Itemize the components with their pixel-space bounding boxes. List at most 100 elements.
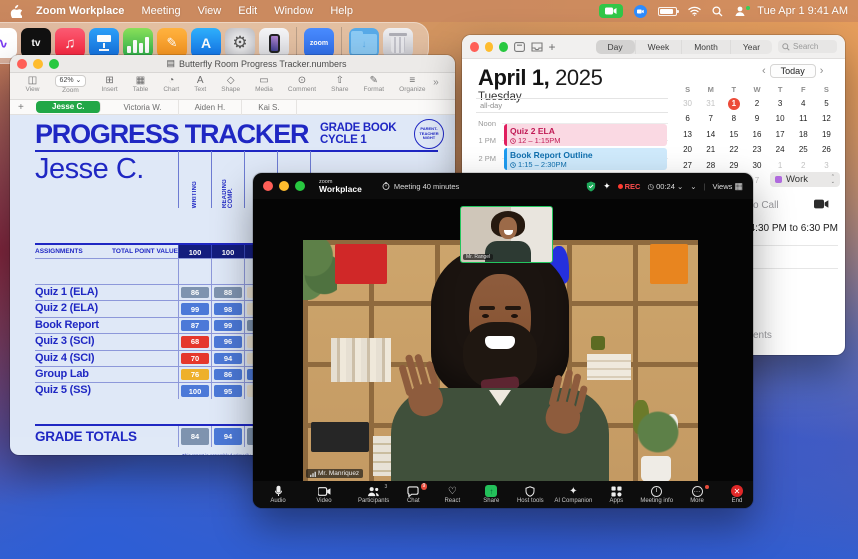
next-day-button[interactable]: › (820, 64, 824, 78)
tab-jesse[interactable]: Jesse C. (36, 101, 101, 113)
end-meeting-button[interactable]: ✕End (731, 485, 743, 504)
zoom-menubar-icon[interactable] (634, 5, 647, 18)
dock-tv[interactable]: tv (21, 28, 51, 58)
mini-month-day[interactable]: 29 (722, 160, 745, 172)
mini-month-day[interactable]: 4 (792, 98, 815, 110)
menu-view[interactable]: View (198, 5, 222, 17)
dock-keynote[interactable] (89, 28, 119, 58)
tab-year[interactable]: Year (730, 40, 772, 54)
minimize-button[interactable] (485, 42, 494, 52)
speaker-video[interactable]: Mr. Manriquez (303, 240, 698, 481)
video-call-icon[interactable] (814, 199, 829, 209)
mini-month-day[interactable]: 17 (769, 129, 792, 141)
table-button[interactable]: ▦Table (125, 75, 156, 94)
insert-button[interactable]: ⊞Insert (94, 75, 125, 94)
mini-month-day[interactable]: 5 (815, 98, 838, 110)
search-icon[interactable] (712, 6, 723, 17)
dock-zoom[interactable]: zoom (304, 28, 334, 58)
media-button[interactable]: ▭Media (248, 75, 281, 94)
views-button[interactable]: Views ▦ (713, 181, 743, 192)
mini-month-day[interactable]: 15 (722, 129, 745, 141)
tab-kai[interactable]: Kai S. (242, 100, 296, 115)
tab-victoria[interactable]: Victoria W. (107, 100, 178, 115)
mini-month-day[interactable]: 16 (745, 129, 768, 141)
mini-month-day[interactable]: 22 (722, 144, 745, 156)
menu-edit[interactable]: Edit (238, 5, 257, 17)
mini-month-day[interactable]: 2 (745, 98, 768, 110)
add-sheet-button[interactable]: + (18, 102, 36, 113)
audio-button[interactable]: Audio (263, 485, 293, 504)
dock-appstore[interactable]: A (191, 28, 221, 58)
dock-pages[interactable]: ✎ (157, 28, 187, 58)
menu-window[interactable]: Window (274, 5, 313, 17)
video-button[interactable]: Video (309, 485, 339, 504)
menu-app-name[interactable]: Zoom Workplace (36, 5, 124, 17)
mini-month-day[interactable]: 19 (815, 129, 838, 141)
mini-month-day[interactable]: 24 (769, 144, 792, 156)
event-book-report-outline[interactable]: Book Report Outline1:15 – 2:30PM (504, 148, 667, 170)
apps-button[interactable]: Apps (601, 485, 631, 504)
menu-help[interactable]: Help (330, 5, 353, 17)
meeting-info-button[interactable]: iMeeting info (640, 485, 673, 504)
host-tools-button[interactable]: Host tools (515, 485, 545, 504)
ai-sparkle-icon[interactable]: ✦ (603, 181, 611, 192)
mini-month-day[interactable]: 12 (815, 113, 838, 125)
mini-month-day[interactable]: 1 (728, 98, 740, 110)
inbox-icon[interactable] (531, 42, 543, 52)
mini-month-day[interactable]: 18 (792, 129, 815, 141)
shape-button[interactable]: ◇Shape (214, 75, 248, 94)
mini-month-day[interactable]: 2 (792, 160, 815, 172)
dock-downloads[interactable]: ↓ (349, 28, 379, 58)
mini-month-day[interactable]: 20 (676, 144, 699, 156)
minimize-button[interactable] (33, 59, 43, 69)
close-button[interactable] (17, 59, 27, 69)
organize-button[interactable]: ≡Organize (392, 75, 433, 94)
zoom-window-button[interactable] (499, 42, 508, 52)
more-button[interactable]: …More (682, 485, 712, 504)
tab-day[interactable]: Day (596, 40, 635, 54)
comment-button[interactable]: ⊙Comment (280, 75, 323, 94)
view-button[interactable]: ◫View (18, 75, 47, 94)
mini-month-day[interactable]: 30 (676, 98, 699, 110)
mini-month-day[interactable]: 27 (676, 160, 699, 172)
mini-month-day[interactable]: 11 (792, 113, 815, 125)
share-button[interactable]: ⇧Share (324, 75, 356, 94)
toolbar-overflow-button[interactable]: » (433, 75, 447, 88)
minimize-button[interactable] (279, 181, 289, 191)
mini-month-day[interactable]: 28 (699, 160, 722, 172)
mini-month-day[interactable]: 7 (699, 113, 722, 125)
mini-month-day[interactable]: 23 (745, 144, 768, 156)
point-value-cell[interactable]: 100 (178, 245, 211, 258)
prev-day-button[interactable]: ‹ (762, 64, 766, 78)
user-status-icon[interactable] (734, 5, 746, 17)
today-button[interactable]: Today (770, 64, 816, 78)
add-event-button[interactable]: + (549, 40, 556, 54)
mini-month-day[interactable]: 6 (676, 113, 699, 125)
dock-iphone-mirroring[interactable] (259, 28, 289, 58)
close-button[interactable] (263, 181, 273, 191)
text-button[interactable]: AText (187, 75, 214, 94)
mini-month-day[interactable]: 14 (699, 129, 722, 141)
mini-month-day[interactable]: 3 (769, 98, 792, 110)
chevron-down-icon[interactable]: ⌄ (690, 182, 696, 191)
dock-freeform[interactable]: ∿ (0, 28, 17, 58)
menu-clock[interactable]: Tue Apr 1 9:41 AM (757, 5, 848, 17)
mini-month-day[interactable]: 10 (769, 113, 792, 125)
security-shield-icon[interactable] (586, 181, 596, 192)
point-value-cell[interactable]: 100 (211, 245, 244, 258)
mini-month-day[interactable]: 3 (815, 160, 838, 172)
mini-month-day[interactable]: 30 (745, 160, 768, 172)
self-view-thumbnail[interactable]: Mr. Rangel (460, 206, 553, 263)
tab-week[interactable]: Week (635, 40, 682, 54)
zoom-window-button[interactable] (295, 181, 305, 191)
wifi-icon[interactable] (688, 6, 701, 16)
mini-month-day[interactable]: 21 (699, 144, 722, 156)
apple-menu[interactable] (10, 4, 22, 18)
chat-button[interactable]: 9Chat (398, 485, 428, 504)
dock-trash[interactable] (383, 28, 413, 58)
ai-companion-button[interactable]: ✦AI Companion (554, 485, 592, 504)
battery-icon[interactable] (658, 7, 677, 16)
zoom-control[interactable]: 62% ⌄Zoom (47, 75, 94, 95)
mini-month-day[interactable]: 31 (699, 98, 722, 110)
chart-button[interactable]: ◔Chart (156, 75, 187, 94)
